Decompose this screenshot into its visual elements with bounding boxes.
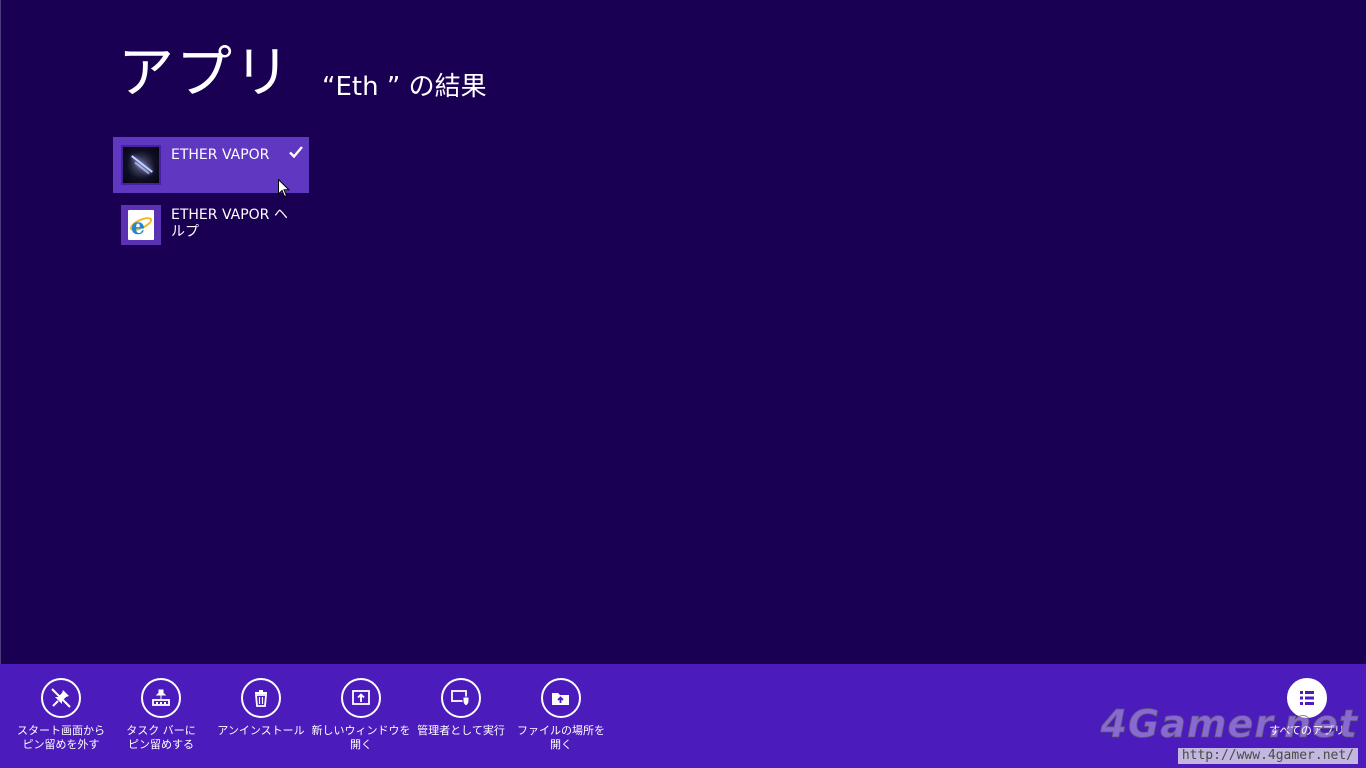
result-ether-vapor-help[interactable]: e ETHER VAPOR ヘルプ: [113, 197, 309, 253]
all-apps-list-icon: [1287, 678, 1327, 718]
all-apps-label: すべてのアプリ: [1269, 724, 1345, 737]
unpin-from-start-button[interactable]: スタート画面から ピン留めを外す: [11, 678, 111, 752]
uninstall-button[interactable]: アンインストール: [211, 678, 311, 738]
pin-to-taskbar-button[interactable]: タスク バーに ピン留めする: [111, 678, 211, 752]
run-as-admin-label: 管理者として実行: [417, 724, 505, 737]
check-icon: [289, 146, 303, 159]
open-new-window-button[interactable]: 新しいウィンドウを 開く: [311, 678, 411, 752]
unpin-from-start-label: スタート画面から ピン留めを外す: [17, 724, 105, 751]
ether-vapor-app-icon: [121, 145, 161, 185]
pin-taskbar-icon: [141, 678, 181, 718]
open-folder-icon: [541, 678, 581, 718]
uninstall-label: アンインストール: [217, 724, 305, 737]
page-title: アプリ: [118, 41, 292, 106]
results-list: ETHER VAPOR e ETHER VAPOR ヘルプ: [113, 137, 309, 253]
open-file-location-label: ファイルの場所を 開く: [517, 724, 605, 751]
run-as-admin-icon: [441, 678, 481, 718]
trash-icon: [241, 678, 281, 718]
result-ether-vapor[interactable]: ETHER VAPOR: [113, 137, 309, 198]
app-bar: スタート画面から ピン留めを外す タスク バーに ピン留めする アンインストール…: [0, 664, 1366, 768]
result-label: ETHER VAPOR: [171, 147, 270, 163]
pin-to-taskbar-label: タスク バーに ピン留めする: [126, 724, 196, 751]
search-query-label: “Eth ” の結果: [322, 72, 487, 102]
result-label: ETHER VAPOR ヘルプ: [171, 207, 288, 240]
run-as-admin-button[interactable]: 管理者として実行: [411, 678, 511, 738]
open-file-location-button[interactable]: ファイルの場所を 開く: [511, 678, 611, 752]
mouse-cursor-icon: [278, 179, 290, 198]
all-apps-button[interactable]: すべてのアプリ: [1257, 678, 1357, 738]
new-window-icon: [341, 678, 381, 718]
search-results-header: アプリ “Eth ” の結果: [118, 44, 487, 104]
ie-help-document-icon: e: [121, 205, 161, 245]
open-new-window-label: 新しいウィンドウを 開く: [311, 724, 411, 751]
screen-edge: [0, 0, 1, 768]
unpin-icon: [41, 678, 81, 718]
